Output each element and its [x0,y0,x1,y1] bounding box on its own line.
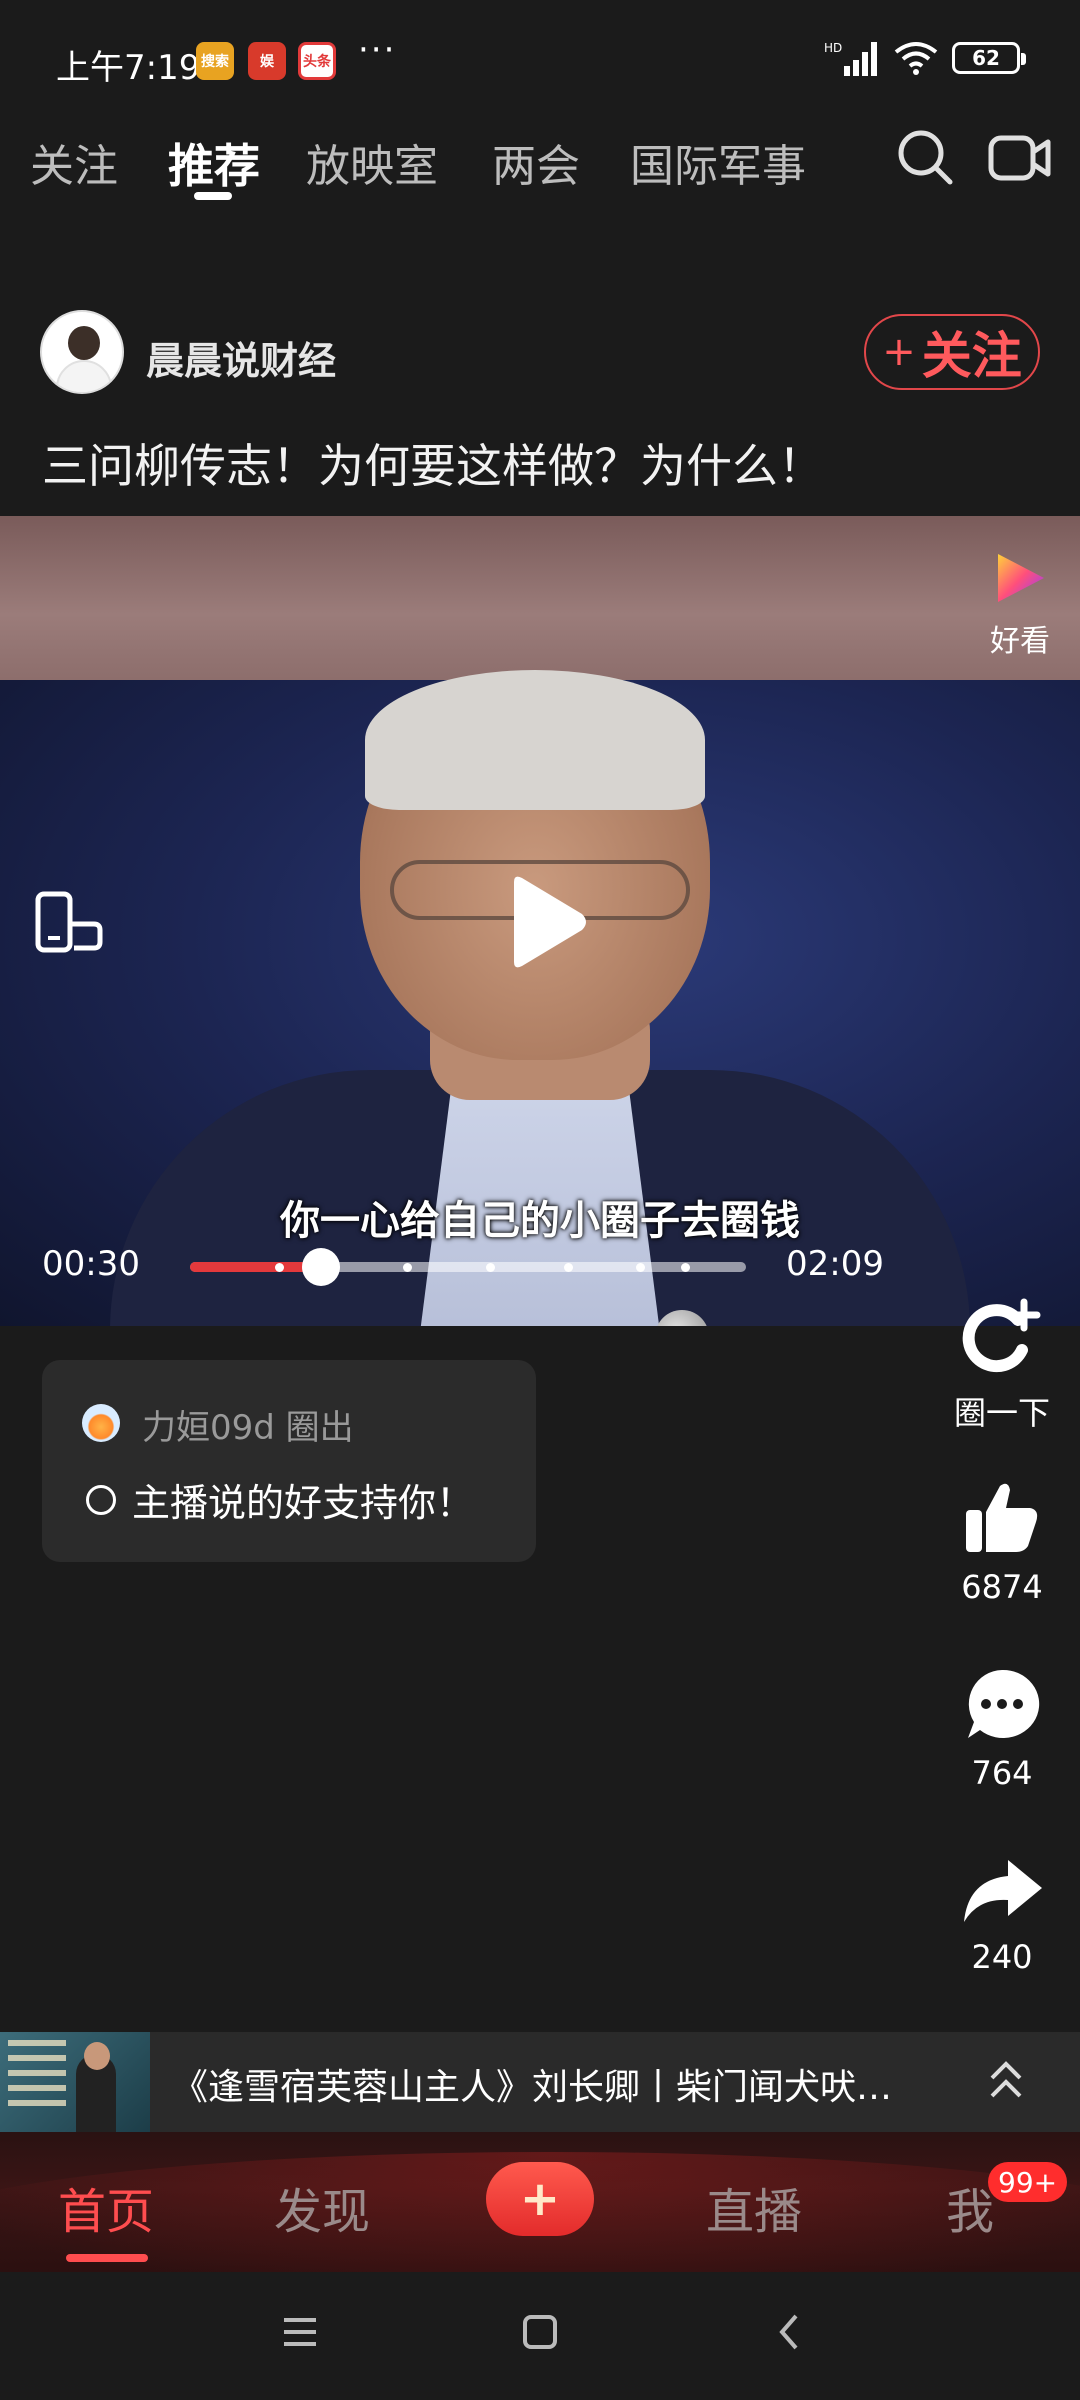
progress-thumb[interactable] [301,1248,340,1286]
video-subtitle: 你一心给自己的小圈子去圈钱 [280,1198,800,1244]
haokan-play-icon [998,554,1044,602]
related-video-bar[interactable]: 《逢雪宿芙蓉山主人》刘长卿丨柴门闻犬吠，… [0,2032,1080,2132]
share-action[interactable]: 240 [940,1856,1064,1976]
progress-bar[interactable] [190,1248,746,1286]
haokan-label: 好看 [990,624,1050,659]
thumbs-up-icon [966,1483,1038,1552]
comment-user-line: 力姮09d 圈出 [142,1408,354,1448]
chapter-marker [564,1263,574,1272]
current-time: 00:30 [42,1244,140,1284]
chapter-marker [486,1263,496,1272]
like-count: 6874 [961,1568,1043,1606]
menu-icon[interactable] [280,2312,320,2352]
system-navigation-bar [0,2272,1080,2400]
plus-icon: + [882,329,916,375]
video-player[interactable]: 好看 你一心给自己的小圈子去圈钱 00:30 02:09 [0,516,1080,1326]
microphone [655,1310,709,1326]
nav-home[interactable]: 首页 [58,2172,154,2242]
status-indicators: HD 62 [824,40,1026,76]
notification-badge: 99+ [988,2162,1068,2202]
tab-cinema[interactable]: 放映室 [306,130,438,194]
follow-label: 关注 [921,327,1022,385]
author-row: 晨晨说财经 + 关注 [40,310,1040,398]
home-square-icon[interactable] [520,2312,560,2352]
author-avatar[interactable] [40,310,124,394]
wifi-icon [894,42,938,75]
comment-bubble-icon [968,1669,1040,1738]
rotate-screen-icon[interactable] [34,890,104,954]
comment-count: 764 [971,1754,1033,1792]
circle-label: 圈一下 [953,1394,1050,1432]
chapter-marker [636,1263,646,1272]
nav-me[interactable]: 我 [946,2172,994,2242]
top-tab-bar: 关注 推荐 放映室 两会 国际军事 [0,124,1080,224]
chapter-marker [274,1263,284,1272]
chapter-marker [402,1263,412,1272]
notification-app-icon-2: 娱 [248,42,286,80]
share-arrow-icon [964,1860,1042,1922]
notification-app-icon-3: 头条 [298,42,336,80]
tab-two-sessions[interactable]: 两会 [492,130,580,194]
comment-content: 主播说的好支持你！ [86,1472,474,1527]
nav-active-indicator [66,2254,148,2262]
network-label: HD [824,41,842,55]
status-more-icon: ··· [358,30,397,70]
circle-icon [86,1484,116,1515]
status-bar: 上午7:19 搜索 娱 头条 ··· HD 62 [0,0,1080,124]
author-name[interactable]: 晨晨说财经 [146,330,336,385]
comment-text: 主播说的好支持你！ [132,1481,475,1525]
status-time: 上午7:19 [56,48,201,88]
circle-action[interactable]: 圈一下 [940,1298,1064,1434]
chapter-marker [680,1263,690,1272]
comment-action[interactable]: 764 [940,1666,1064,1792]
battery-icon: 62 [952,42,1026,74]
tab-follow[interactable]: 关注 [30,130,118,194]
add-button[interactable]: + [486,2162,594,2236]
active-tab-indicator [194,192,232,200]
battery-level: 62 [972,46,1000,70]
haokan-logo: 好看 [984,548,1056,660]
nav-live[interactable]: 直播 [706,2172,802,2242]
search-icon[interactable] [896,128,954,186]
signal-icon: HD [824,41,877,76]
like-action[interactable]: 6874 [940,1480,1064,1606]
circle-plus-icon [962,1298,1041,1373]
highlighted-comment-card[interactable]: 力姮09d 圈出 主播说的好支持你！ [42,1360,536,1562]
follow-button[interactable]: + 关注 [864,314,1040,390]
tab-recommend[interactable]: 推荐 [168,130,260,196]
nav-discover[interactable]: 发现 [274,2172,370,2242]
double-chevron-up-icon[interactable] [986,2056,1026,2106]
back-arrow-icon[interactable] [770,2312,810,2352]
comment-user-avatar [82,1404,120,1442]
notification-app-icon-1: 搜索 [196,42,234,80]
total-time: 02:09 [786,1244,884,1284]
tab-international-military[interactable]: 国际军事 [630,130,806,194]
related-video-thumbnail [0,2032,150,2132]
video-camera-icon[interactable] [988,132,1052,184]
play-icon[interactable] [500,872,590,972]
share-count: 240 [971,1938,1033,1976]
video-title: 三问柳传志！为何要这样做？为什么！ [42,439,824,493]
related-video-title: 《逢雪宿芙蓉山主人》刘长卿丨柴门闻犬吠，… [172,2067,912,2108]
bottom-navigation: 首页 发现 + 直播 我 99+ [0,2132,1080,2272]
